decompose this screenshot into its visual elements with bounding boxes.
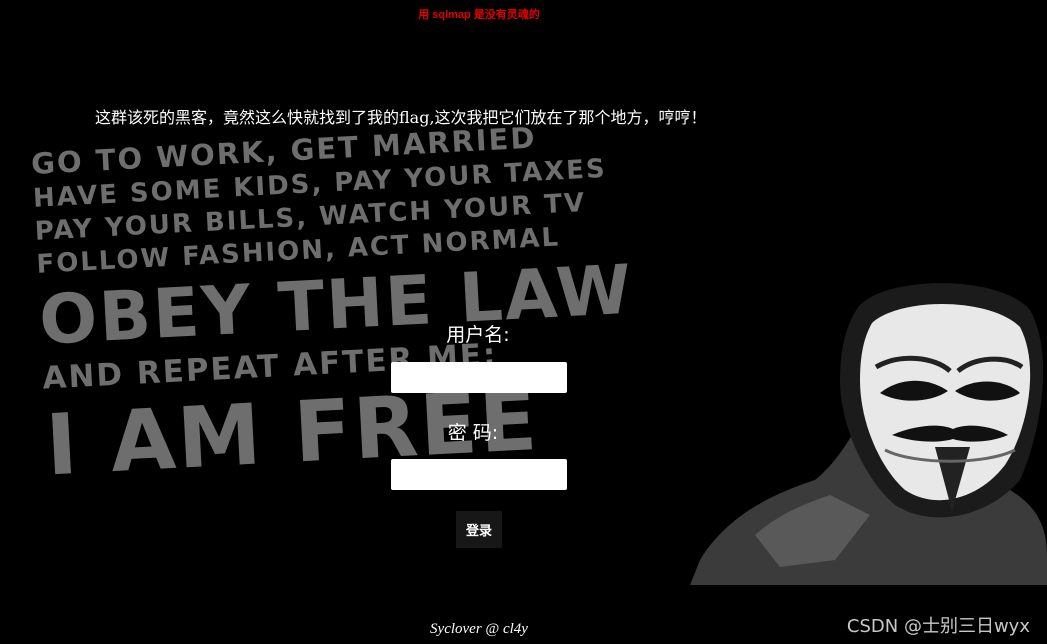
guy-fawkes-mask-icon [690, 275, 1047, 585]
password-input[interactable] [391, 459, 567, 490]
background-slogan-art: GO TO WORK, GET MARRIED HAVE SOME KIDS, … [30, 109, 636, 495]
username-label: 用户名: [446, 324, 510, 346]
top-warning-text: 用 sqlmap 是没有灵魂的 [418, 9, 540, 21]
username-input[interactable] [391, 362, 567, 393]
mask-illustration [690, 283, 1047, 585]
login-button[interactable]: 登录 [456, 511, 502, 548]
footer-credit: Syclover @ cl4y [430, 621, 528, 637]
password-label: 密 码: [447, 422, 499, 444]
csdn-watermark: CSDN @士别三日wyx [846, 616, 1030, 637]
